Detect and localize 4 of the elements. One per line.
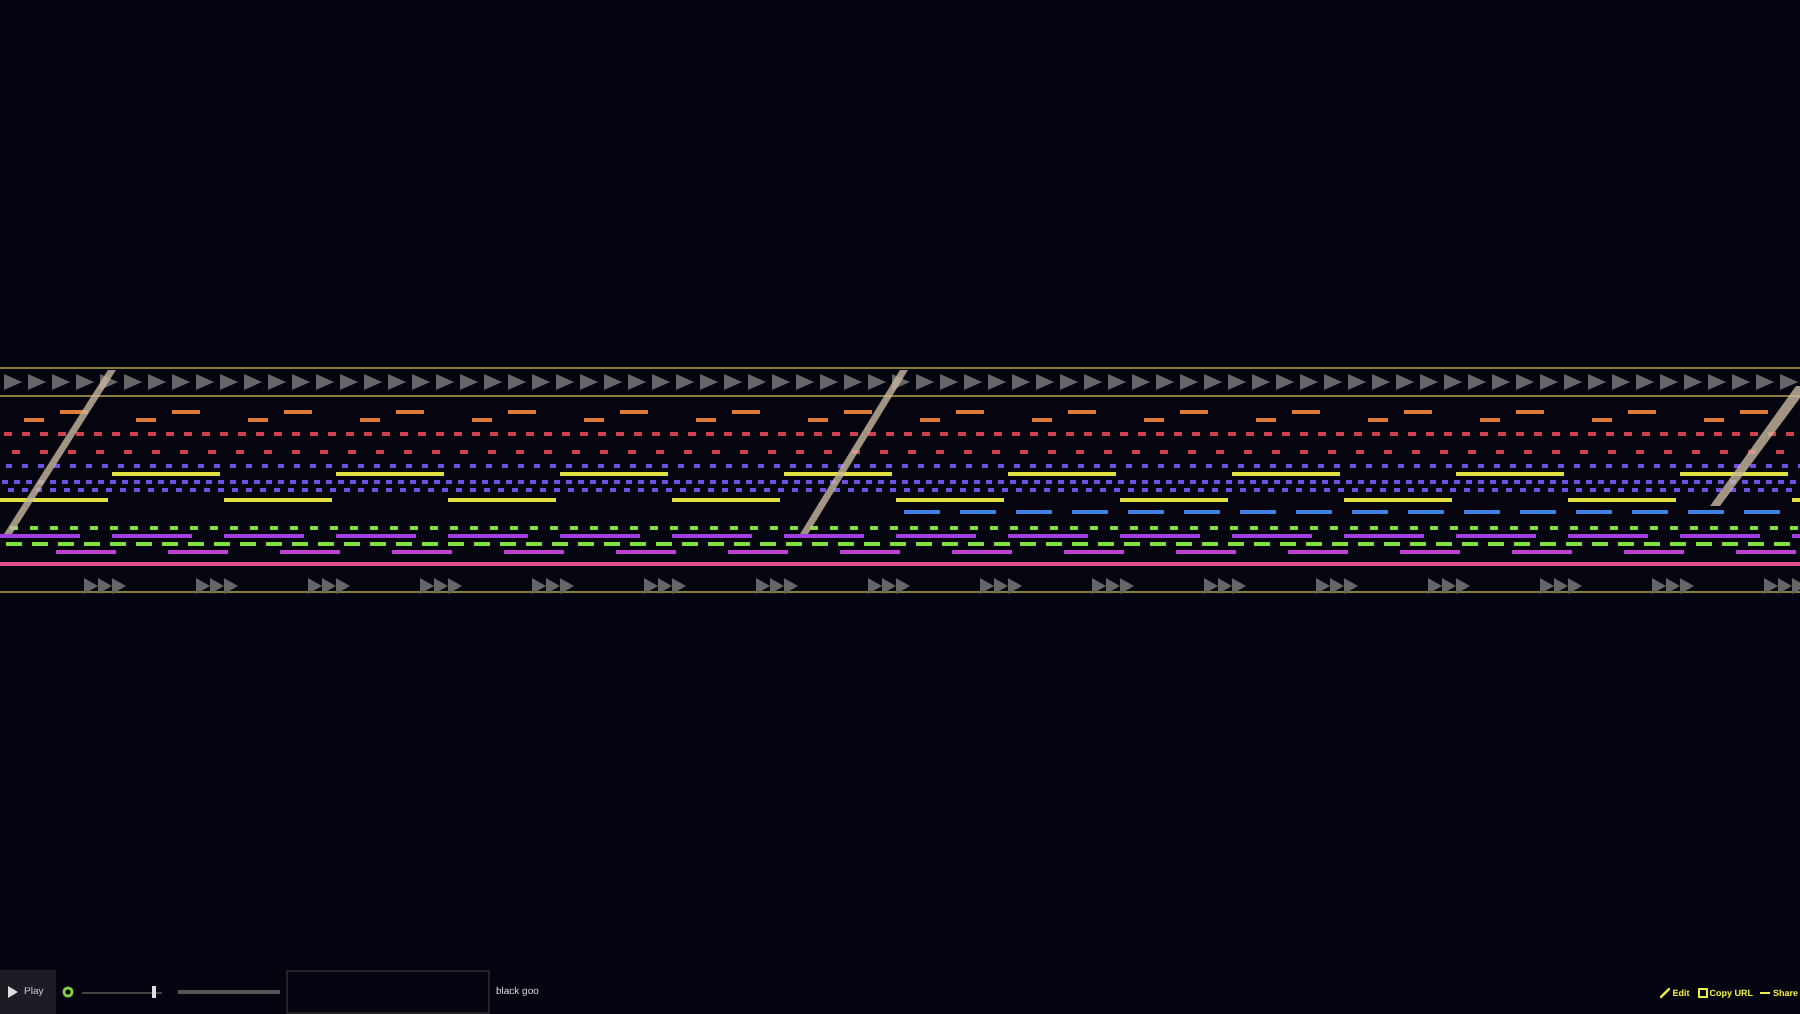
volume-slider[interactable] [82, 986, 162, 998]
pencil-icon [1660, 987, 1671, 997]
copy-icon [1697, 987, 1708, 997]
play-icon [8, 986, 18, 998]
